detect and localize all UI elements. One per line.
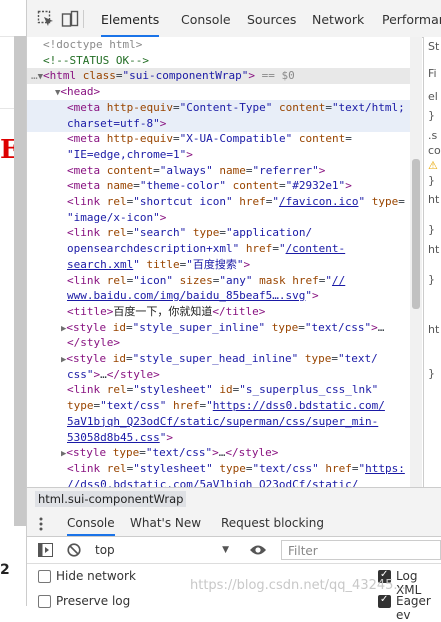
- dom-node-line[interactable]: ▶<style id="style_super_inline" type="te…: [27, 320, 384, 336]
- console-toolbar: top ▼ Filter: [27, 537, 441, 564]
- dom-node-line[interactable]: <link rel="stylesheet" id="s_superplus_c…: [27, 382, 378, 398]
- show-sidebar-icon[interactable]: [38, 543, 53, 557]
- more-menu-icon[interactable]: [39, 517, 43, 531]
- page-red-glyph: E: [0, 135, 20, 165]
- dom-node-line[interactable]: <link rel="shortcut icon" href="/favicon…: [27, 194, 405, 210]
- tab-label: Sources: [247, 12, 297, 27]
- devtools-toolbar: Elements Console Sources Network Perform…: [27, 0, 441, 38]
- tab-performance[interactable]: Performanc: [382, 0, 441, 37]
- dom-node-line[interactable]: type="text/css" href="https://dss0.bdsta…: [27, 398, 385, 414]
- device-toolbar-icon[interactable]: [61, 10, 79, 28]
- dom-node-line[interactable]: css">…</style>: [27, 367, 160, 383]
- tab-label: Elements: [101, 12, 160, 27]
- toolbar-separator: [83, 10, 84, 28]
- elements-scrollbar[interactable]: [410, 37, 422, 487]
- console-filter-input[interactable]: Filter: [281, 540, 441, 560]
- dom-node-line[interactable]: <meta http-equiv="Content-Type" content=…: [27, 99, 410, 116]
- watermark: https://blog.csdn.net/qq_43245...: [190, 578, 406, 593]
- tab-label: Console: [181, 12, 231, 27]
- eager-evaluation-label: Eager ev: [396, 594, 431, 622]
- dom-node-line[interactable]: <meta http-equiv="X-UA-Compatible" conte…: [27, 131, 352, 147]
- elements-dom-tree: <!doctype html> <!--STATUS OK--> …▼<html c…: [27, 37, 410, 487]
- tab-label: What's New: [130, 516, 202, 530]
- style-rule-fragment: ⚠: [428, 159, 438, 172]
- filter-placeholder: Filter: [288, 544, 318, 558]
- dom-node-line[interactable]: 5aV1bjqh_Q23odCf/static/superman/css/sup…: [27, 414, 378, 430]
- tab-label: Request blocking: [221, 516, 324, 530]
- dom-node-line[interactable]: <meta name="theme-color" content="#2932e…: [27, 178, 352, 194]
- style-rule-fragment: St: [428, 40, 440, 53]
- dom-node-line[interactable]: ▼<head>: [27, 84, 100, 100]
- dom-node-line[interactable]: www.baidu.com/img/baidu_85beaf5….svg">: [27, 288, 319, 304]
- hide-network-checkbox[interactable]: [38, 570, 51, 583]
- style-rule-fragment: }: [428, 273, 435, 286]
- style-rule-fragment: }: [428, 174, 435, 187]
- eye-icon[interactable]: [249, 544, 267, 556]
- style-rule-fragment: }: [428, 367, 435, 380]
- dom-node-line[interactable]: <link rel="stylesheet" type="text/css" h…: [27, 461, 405, 477]
- drawer-tab-request-blocking[interactable]: Request blocking: [221, 510, 324, 536]
- styles-sidebar: St Fi el} .s co ⚠} ht} ht} ht}: [423, 37, 441, 487]
- dom-node-line[interactable]: 53058d8b45.css">: [27, 430, 173, 446]
- page-scrollbar[interactable]: [14, 36, 26, 526]
- style-rule-fragment: el: [428, 90, 438, 103]
- drawer-tabbar: Console What's New Request blocking: [27, 510, 441, 537]
- style-rule-fragment: co: [428, 144, 441, 157]
- breadcrumb-item[interactable]: html.sui-componentWrap: [35, 491, 187, 507]
- dom-node-line[interactable]: "IE=edge,chrome=1">: [27, 147, 193, 163]
- dom-node-line[interactable]: ▶<style type="text/css">…</style>: [27, 445, 278, 461]
- dom-node-line[interactable]: <title>百度一下，你就知道</title>: [27, 304, 265, 320]
- hide-network-label: Hide network: [56, 569, 136, 583]
- style-rule-fragment: }: [428, 223, 435, 236]
- drawer-tab-console[interactable]: Console: [67, 510, 115, 536]
- drawer-tab-whats-new[interactable]: What's New: [130, 510, 201, 536]
- scrollbar-thumb[interactable]: [412, 159, 420, 309]
- style-rule-fragment: Fi: [428, 67, 437, 80]
- tab-label: Console: [67, 516, 115, 530]
- dom-node-line[interactable]: <!doctype html>: [27, 37, 142, 53]
- breadcrumb: html.sui-componentWrap: [27, 487, 441, 511]
- dom-node-line[interactable]: search.xml" title="百度搜索">: [27, 257, 250, 273]
- preserve-log-checkbox[interactable]: [38, 595, 51, 608]
- context-selector[interactable]: top ▼: [95, 540, 233, 560]
- style-rule-fragment: ht: [428, 323, 440, 336]
- devtools-panel: Elements Console Sources Network Perform…: [26, 0, 441, 622]
- tab-sources[interactable]: Sources: [247, 0, 296, 37]
- eager-evaluation-checkbox[interactable]: [378, 594, 391, 608]
- dom-node-line[interactable]: <link rel="icon" sizes="any" mask href="…: [27, 273, 345, 289]
- style-rule-fragment: .s: [428, 129, 438, 142]
- dom-node-line[interactable]: <link rel="search" type="application/: [27, 225, 312, 241]
- dom-node-line[interactable]: //dss0.bdstatic.com/5aV1bjqh_Q23odCf/sta…: [27, 477, 358, 487]
- style-rule-fragment: }: [428, 109, 435, 122]
- dom-node-line[interactable]: <meta content="always" name="referrer">: [27, 163, 325, 179]
- tab-label: Network: [312, 12, 365, 27]
- dom-node-line[interactable]: charset=utf-8">: [27, 115, 410, 132]
- style-rule-fragment: ht: [428, 193, 440, 206]
- tab-elements[interactable]: Elements: [101, 0, 160, 37]
- tab-label: Performanc: [382, 12, 441, 27]
- dom-node-line[interactable]: opensearchdescription+xml" href="/conten…: [27, 241, 345, 257]
- tab-network[interactable]: Network: [312, 0, 364, 37]
- page-number-fragment: 2: [0, 562, 10, 578]
- dom-node-line[interactable]: …▼<html class="sui-componentWrap"> == $0: [27, 68, 410, 85]
- dom-node-line[interactable]: "image/x-icon">: [27, 210, 166, 226]
- clear-console-icon[interactable]: [67, 543, 81, 557]
- inspect-element-icon[interactable]: [37, 10, 55, 28]
- tab-console[interactable]: Console: [181, 0, 231, 37]
- context-value: top: [95, 543, 115, 557]
- style-rule-fragment: ht: [428, 243, 440, 256]
- dom-node-line[interactable]: ▶<style id="style_super_head_inline" typ…: [27, 351, 378, 367]
- dom-node-line[interactable]: </style>: [27, 335, 120, 351]
- dom-node-line[interactable]: <!--STATUS OK-->: [27, 53, 149, 69]
- dropdown-arrow-icon: ▼: [222, 545, 229, 555]
